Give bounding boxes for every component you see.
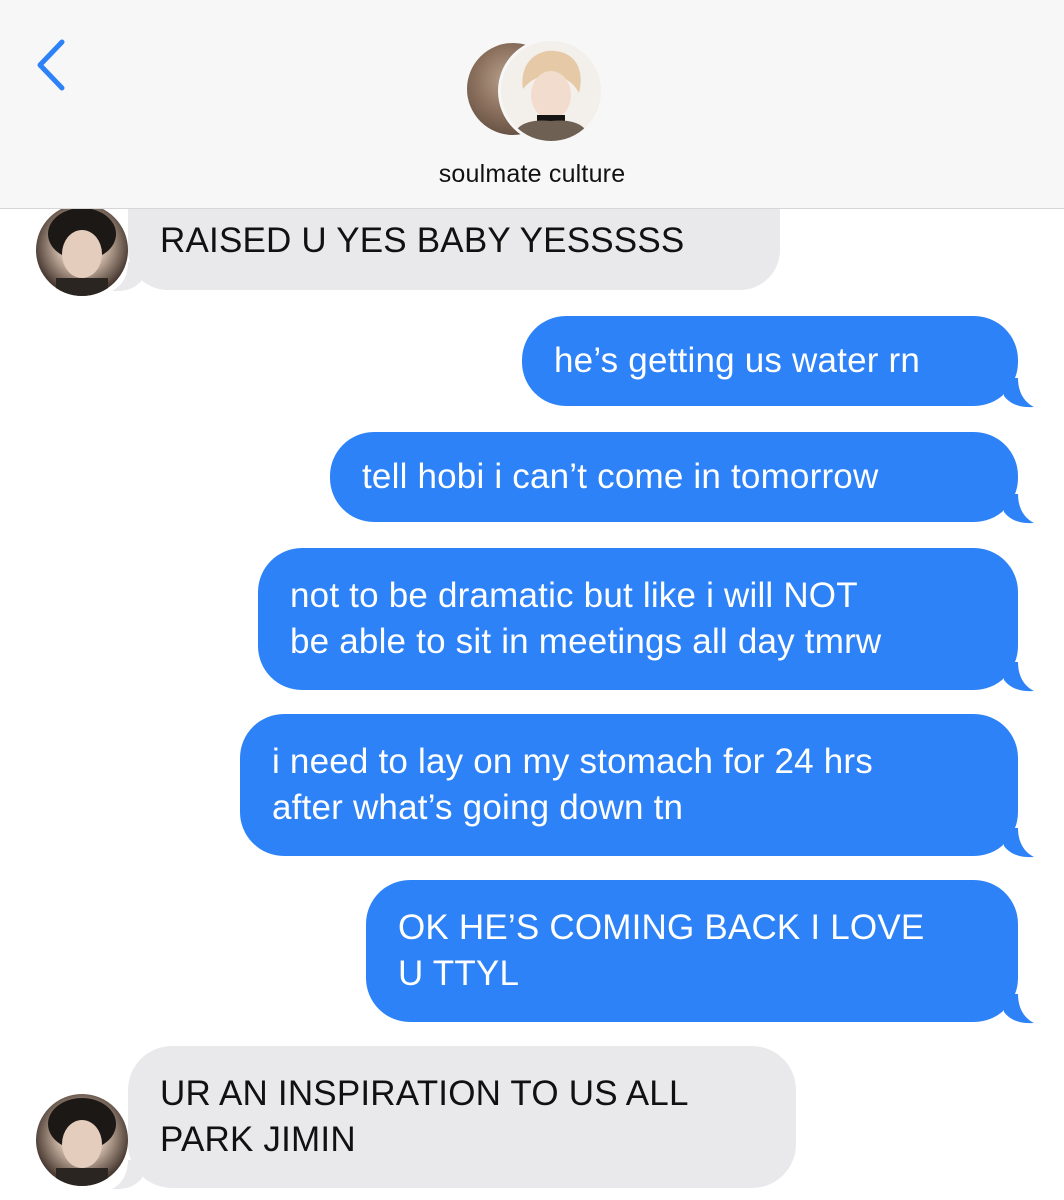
bubble-tail xyxy=(1004,828,1034,858)
group-avatar[interactable] xyxy=(464,38,604,144)
message-text-line: OK HE’S COMING BACK I LOVE xyxy=(398,908,925,947)
chevron-left-icon xyxy=(37,39,65,91)
bubble-tail xyxy=(1004,994,1034,1024)
back-button[interactable] xyxy=(28,34,78,96)
message-bubble-outgoing[interactable]: tell hobi i can’t come in tomorrow xyxy=(330,432,1018,522)
message-bubble-outgoing[interactable]: i need to lay on my stomach for 24 hrs a… xyxy=(240,714,1018,856)
message-text-line: be able to sit in meetings all day tmrw xyxy=(290,622,882,661)
message-text: he’s getting us water rn xyxy=(554,341,921,380)
message-text-line: U TTYL xyxy=(398,954,520,993)
bubble-tail xyxy=(112,262,142,292)
message-text-line: PARK JIMIN xyxy=(160,1120,356,1159)
bubble-tail xyxy=(112,1160,142,1190)
message-text: RAISED U YES BABY YESSSSS xyxy=(160,221,685,260)
message-bubble-incoming[interactable]: UR AN INSPIRATION TO US ALL PARK JIMIN xyxy=(128,1046,796,1188)
contact-name[interactable]: soulmate culture xyxy=(0,160,1064,189)
message-text: tell hobi i can’t come in tomorrow xyxy=(362,457,879,496)
bubble-tail xyxy=(1004,662,1034,692)
conversation-header: soulmate culture xyxy=(0,0,1064,209)
message-bubble-outgoing[interactable]: not to be dramatic but like i will NOT b… xyxy=(258,548,1018,690)
bubble-tail xyxy=(1004,494,1034,524)
message-bubble-outgoing[interactable]: OK HE’S COMING BACK I LOVE U TTYL xyxy=(366,880,1018,1022)
message-text-line: i need to lay on my stomach for 24 hrs xyxy=(272,742,873,781)
member-avatar-front xyxy=(498,38,604,144)
message-text-line: UR AN INSPIRATION TO US ALL xyxy=(160,1074,689,1113)
message-bubble-outgoing[interactable]: he’s getting us water rn xyxy=(522,316,1018,406)
message-text-line: not to be dramatic but like i will NOT xyxy=(290,576,858,615)
message-text-line: after what’s going down tn xyxy=(272,788,684,827)
bubble-tail xyxy=(1004,378,1034,408)
